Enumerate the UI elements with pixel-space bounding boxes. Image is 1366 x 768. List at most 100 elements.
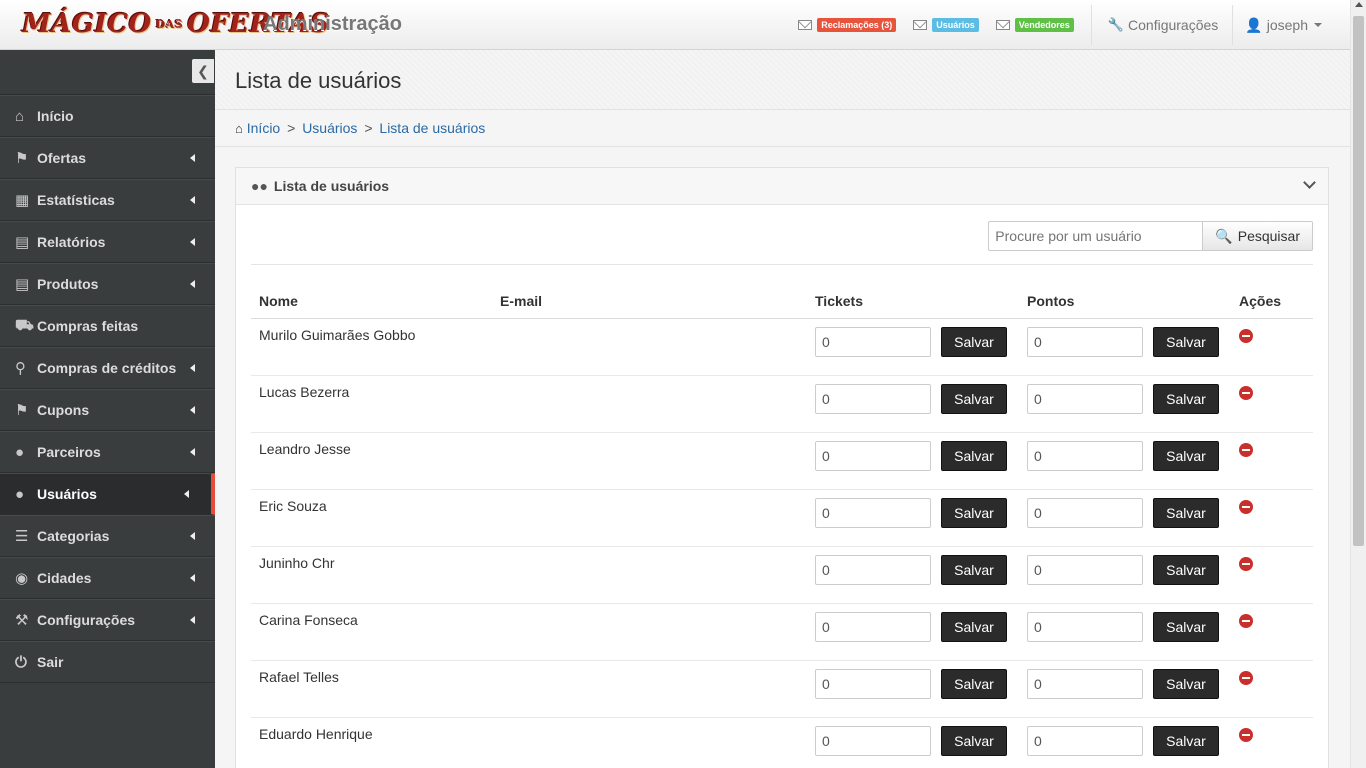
save-points-button[interactable]: Salvar (1153, 554, 1219, 585)
notification-users[interactable]: Usuários (913, 18, 979, 32)
points-input[interactable] (1027, 440, 1143, 471)
user-name-cell: Carina Fonseca (251, 603, 492, 661)
sidebar-item-label: Parceiros (37, 444, 101, 460)
points-cell: Salvar (1019, 717, 1231, 768)
actions-cell (1231, 660, 1313, 718)
column-header-points: Pontos (1019, 285, 1231, 319)
points-input[interactable] (1027, 383, 1143, 414)
remove-user-icon[interactable] (1239, 385, 1253, 400)
save-points-button[interactable]: Salvar (1153, 383, 1219, 414)
search-input[interactable] (988, 221, 1204, 251)
complaints-badge: Reclamações (3) (817, 18, 897, 32)
sidebar-item-compras-feitas[interactable]: ⛟ Compras feitas (0, 305, 215, 347)
settings-label: Configurações (1128, 17, 1219, 33)
save-tickets-button[interactable]: Salvar (941, 326, 1007, 357)
sidebar: ❮ ⌂ Início ⚑ Ofertas ▦ Estatísticas ▤ Re… (0, 50, 215, 768)
sidebar-collapse-button[interactable]: ❮ (192, 59, 214, 83)
top-navbar: MÁGICO DAS OFERTAS Administração Reclama… (0, 0, 1350, 50)
remove-user-icon[interactable] (1239, 670, 1253, 685)
user-email-cell (492, 603, 807, 661)
save-points-button[interactable]: Salvar (1153, 611, 1219, 642)
table-row: Juninho Chr Salvar Salvar (251, 546, 1313, 604)
tickets-input[interactable] (815, 440, 931, 471)
caret-left-icon (190, 280, 195, 288)
scrollbar-thumb[interactable] (1353, 16, 1364, 546)
save-points-button[interactable]: Salvar (1153, 440, 1219, 471)
points-input[interactable] (1027, 668, 1143, 699)
user-name-cell: Eric Souza (251, 489, 492, 547)
caret-left-icon (190, 532, 195, 540)
sidebar-item-produtos[interactable]: ▤ Produtos (0, 263, 215, 305)
sidebar-item-categorias[interactable]: ☰ Categorias (0, 515, 215, 557)
save-tickets-button[interactable]: Salvar (941, 554, 1007, 585)
save-tickets-button[interactable]: Salvar (941, 383, 1007, 414)
remove-user-icon[interactable] (1239, 556, 1253, 571)
remove-user-icon[interactable] (1239, 613, 1253, 628)
sidebar-item-cupons[interactable]: ⚑ Cupons (0, 389, 215, 431)
remove-user-icon[interactable] (1239, 442, 1253, 457)
save-tickets-button[interactable]: Salvar (941, 440, 1007, 471)
tickets-input[interactable] (815, 725, 931, 756)
save-tickets-button[interactable]: Salvar (941, 668, 1007, 699)
panel-title: Lista de usuários (273, 178, 390, 194)
tickets-input[interactable] (815, 668, 931, 699)
caret-left-icon (190, 238, 195, 246)
tickets-input[interactable] (815, 326, 931, 357)
save-tickets-button[interactable]: Salvar (941, 725, 1007, 756)
points-input[interactable] (1027, 725, 1143, 756)
actions-cell (1231, 432, 1313, 490)
user-name-cell: Juninho Chr (251, 546, 492, 604)
points-input[interactable] (1027, 554, 1143, 585)
tickets-input[interactable] (815, 554, 931, 585)
tickets-input[interactable] (815, 611, 931, 642)
save-points-button[interactable]: Salvar (1153, 725, 1219, 756)
sidebar-item-inicio[interactable]: ⌂ Início (0, 95, 215, 137)
breadcrumb-user-list[interactable]: Lista de usuários (379, 120, 485, 136)
search-button[interactable]: 🔍 Pesquisar (1203, 221, 1313, 251)
sidebar-item-parceiros[interactable]: ● Parceiros (0, 431, 215, 473)
divider (251, 264, 1313, 265)
remove-user-icon[interactable] (1239, 727, 1253, 742)
sidebar-item-cidades[interactable]: ◉ Cidades (0, 557, 215, 599)
points-cell: Salvar (1019, 546, 1231, 604)
file-icon: ▤ (15, 276, 30, 293)
breadcrumb-users[interactable]: Usuários (302, 120, 357, 136)
save-points-button[interactable]: Salvar (1153, 668, 1219, 699)
column-header-tickets: Tickets (807, 285, 1019, 319)
table-row: Murilo Guimarães Gobbo Salvar Salvar (251, 318, 1313, 376)
user-menu[interactable]: 👤 joseph (1233, 17, 1350, 34)
save-points-button[interactable]: Salvar (1153, 497, 1219, 528)
sidebar-item-sair[interactable]: ⏻ Sair (0, 641, 215, 683)
users-panel: ●● Lista de usuários 🔍 Pesquisar Nome E-… (235, 167, 1329, 768)
points-input[interactable] (1027, 497, 1143, 528)
settings-link[interactable]: 🔧 Configurações (1092, 17, 1232, 33)
save-points-button[interactable]: Salvar (1153, 326, 1219, 357)
bookmark-icon: ⚑ (15, 150, 29, 167)
remove-user-icon[interactable] (1239, 499, 1253, 514)
sidebar-item-configuracoes[interactable]: ⚒ Configurações (0, 599, 215, 641)
chevron-down-icon[interactable] (1303, 176, 1316, 189)
user-name: joseph (1266, 17, 1308, 33)
tickets-input[interactable] (815, 497, 931, 528)
remove-user-icon[interactable] (1239, 328, 1253, 343)
user-email-cell (492, 717, 807, 768)
sidebar-item-ofertas[interactable]: ⚑ Ofertas (0, 137, 215, 179)
save-tickets-button[interactable]: Salvar (941, 611, 1007, 642)
points-input[interactable] (1027, 326, 1143, 357)
tickets-input[interactable] (815, 383, 931, 414)
save-tickets-button[interactable]: Salvar (941, 497, 1007, 528)
notification-sellers[interactable]: Vendedores (995, 18, 1074, 32)
breadcrumb-home[interactable]: Início (247, 120, 280, 136)
page-scrollbar[interactable] (1350, 0, 1366, 768)
sidebar-item-usuarios[interactable]: ● Usuários (0, 473, 215, 515)
user-icon: ● (15, 443, 25, 461)
points-input[interactable] (1027, 611, 1143, 642)
sidebar-item-compras-creditos[interactable]: ⚲ Compras de créditos (0, 347, 215, 389)
app-title: Administração (263, 13, 402, 35)
points-cell: Salvar (1019, 603, 1231, 661)
scroll-up-arrow-icon[interactable] (1355, 2, 1363, 7)
sidebar-item-estatisticas[interactable]: ▦ Estatísticas (0, 179, 215, 221)
page-title: Lista de usuários (235, 68, 402, 93)
sidebar-item-relatorios[interactable]: ▤ Relatórios (0, 221, 215, 263)
notification-complaints[interactable]: Reclamações (3) (798, 18, 897, 32)
